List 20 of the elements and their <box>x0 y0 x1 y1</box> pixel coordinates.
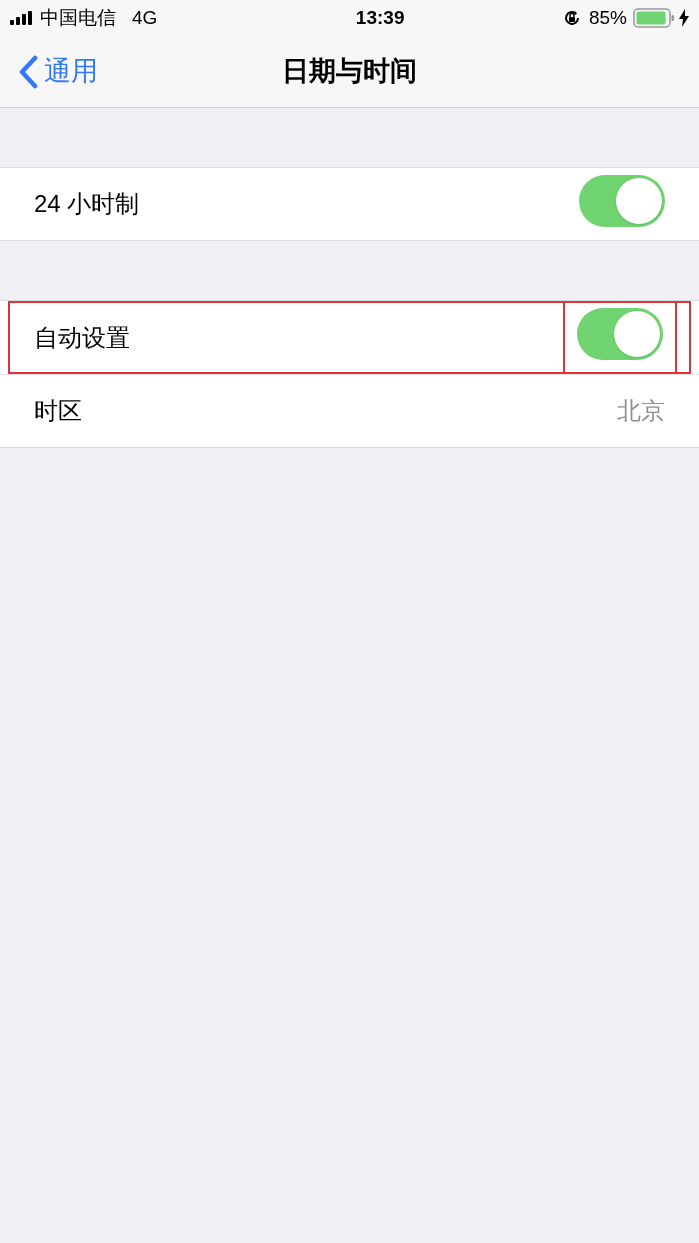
chevron-left-icon <box>18 54 38 89</box>
highlighted-row[interactable]: 自动设置 <box>8 301 691 374</box>
toggle-switch[interactable] <box>579 174 665 227</box>
settings-row[interactable]: 时区 北京 <box>0 375 699 447</box>
battery-icon <box>633 8 675 28</box>
row-label: 24 小时制 <box>34 189 140 219</box>
signal-icon <box>10 11 34 25</box>
row-label: 自动设置 <box>34 322 130 353</box>
network-label: 4G <box>132 5 158 30</box>
time-label: 13:39 <box>354 5 405 30</box>
page-title: 日期与时间 <box>282 55 417 89</box>
back-button[interactable]: 通用 <box>18 51 98 92</box>
row-value: 北京 <box>617 397 665 424</box>
carrier-label: 中国电信 <box>40 5 116 30</box>
settings-row[interactable]: 24 小时制 <box>0 168 699 240</box>
row-label: 时区 <box>34 396 82 426</box>
rotation-lock-icon <box>562 9 581 27</box>
toggle-switch[interactable] <box>577 308 663 360</box>
charging-bolt-icon <box>679 9 689 27</box>
battery-percent: 85% <box>588 5 627 30</box>
